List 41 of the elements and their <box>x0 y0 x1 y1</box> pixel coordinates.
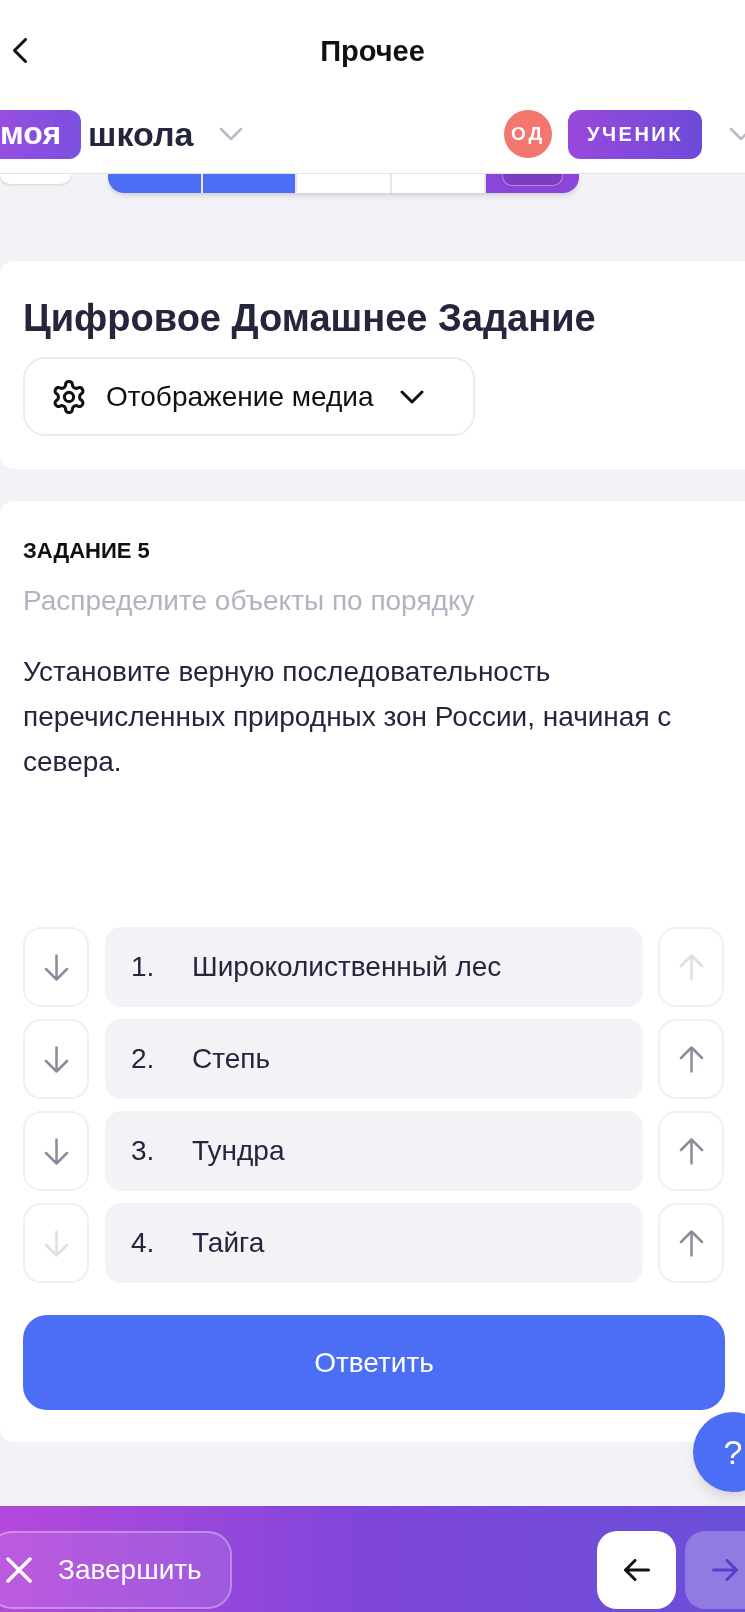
move-down-button[interactable] <box>23 927 89 1007</box>
logo-text: школа <box>88 114 194 154</box>
answer-item[interactable]: 1. Широколиственный лес <box>105 927 643 1007</box>
gear-icon <box>52 379 86 414</box>
answer-item[interactable]: 2. Степь <box>105 1019 643 1099</box>
answer-item[interactable]: 4. Тайга <box>105 1203 643 1283</box>
item-text: Широколиственный лес <box>192 950 502 984</box>
chevron-left-icon <box>12 37 28 63</box>
item-text: Степь <box>192 1042 271 1076</box>
logo-badge: моя <box>0 109 82 159</box>
submit-button[interactable]: Ответить <box>23 1315 725 1410</box>
item-number: 4. <box>131 1226 156 1260</box>
item-number: 1. <box>131 950 156 984</box>
move-up-button[interactable] <box>658 927 724 1007</box>
arrow-left-icon <box>623 1559 650 1581</box>
move-up-button[interactable] <box>658 1111 724 1191</box>
move-up-button[interactable] <box>658 1203 724 1283</box>
arrow-right-icon <box>711 1559 738 1581</box>
move-down-button[interactable] <box>23 1019 89 1099</box>
finish-button[interactable]: Завершить <box>0 1531 232 1609</box>
screen-title: Прочее <box>320 34 425 69</box>
back-button[interactable] <box>12 37 28 63</box>
move-down-button[interactable] <box>23 1111 89 1191</box>
item-text: Тундра <box>192 1134 285 1168</box>
item-number: 3. <box>131 1134 156 1168</box>
move-down-button[interactable] <box>23 1203 89 1283</box>
task-instruction: Распределите объекты по порядку <box>23 584 475 618</box>
answer-item[interactable]: 3. Тундра <box>105 1111 643 1191</box>
chevron-down-icon <box>399 389 424 404</box>
item-number: 2. <box>131 1042 156 1076</box>
help-button[interactable]: ? <box>693 1412 745 1492</box>
move-up-button[interactable] <box>658 1019 724 1099</box>
media-dropdown[interactable]: Отображение медиа <box>23 357 475 436</box>
task-number: ЗАДАНИЕ 5 <box>23 538 150 564</box>
chevron-down-icon[interactable] <box>219 127 244 141</box>
task-question: Установите верную последовательность перечисленных природных зон России, начиная с севера. <box>23 655 673 779</box>
previous-button[interactable] <box>597 1531 676 1609</box>
close-icon <box>6 1557 32 1583</box>
item-text: Тайга <box>192 1226 265 1260</box>
page-title: Цифровое Домашнее Задание <box>23 296 596 341</box>
role-badge: УЧЕНИК <box>568 109 702 159</box>
